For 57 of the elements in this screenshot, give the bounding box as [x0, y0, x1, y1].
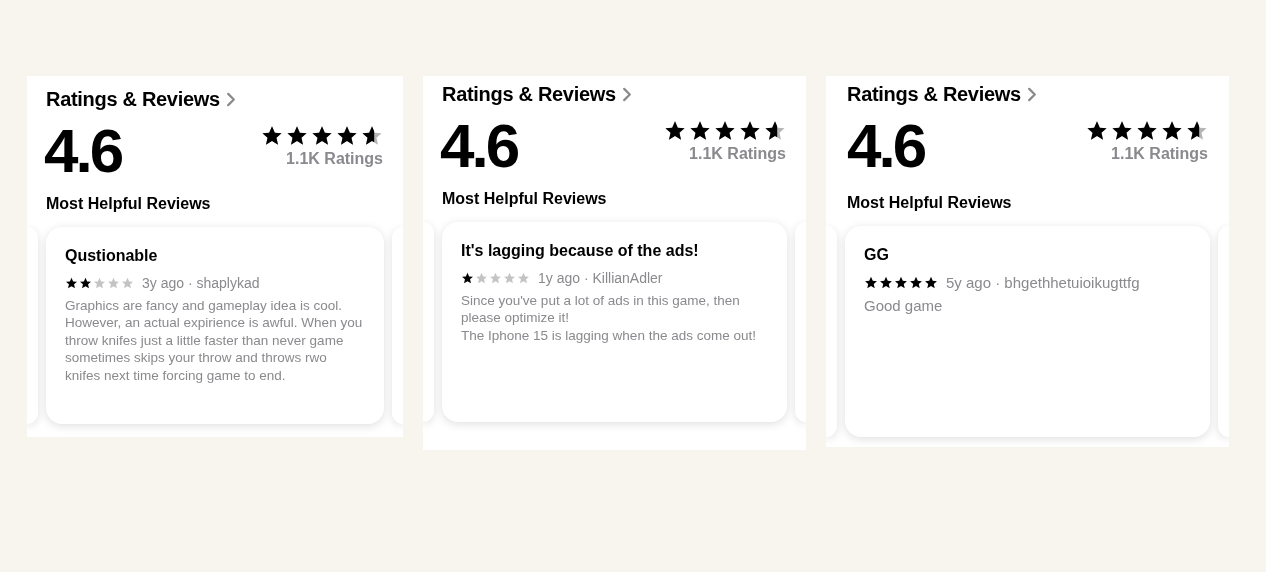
star-icon	[503, 272, 516, 284]
star-icon	[894, 276, 908, 289]
star-icon	[489, 272, 502, 284]
star-icon	[924, 276, 938, 289]
star-icon	[664, 120, 686, 141]
star-icon	[361, 125, 383, 146]
star-icon	[336, 125, 358, 146]
star-icon	[879, 276, 893, 289]
star-icon	[79, 277, 92, 289]
star-icon	[909, 276, 923, 289]
star-icon	[461, 272, 474, 284]
review-body: Graphics are fancy and gameplay idea is cool. However, an actual expirience is awful. When you throw knifes just a little faster than never game sometimes skips your throw and throws rwo knifes next time forcing game to end.	[65, 297, 364, 385]
star-icon	[1186, 120, 1208, 141]
star-icon	[121, 277, 134, 289]
review-meta: 1y ago · KillianAdler	[538, 270, 663, 286]
review-title: GG	[864, 246, 890, 264]
ratings-count: 1.1K Ratings	[689, 145, 786, 163]
average-rating: 4.6	[44, 119, 122, 183]
star-icon	[1136, 120, 1158, 141]
section-heading: Most Helpful Reviews	[441, 189, 608, 208]
chevron-right-icon[interactable]	[225, 92, 236, 107]
ratings-count: 1.1K Ratings	[1111, 145, 1208, 163]
star-icon	[739, 120, 761, 141]
review-body: Good game	[864, 297, 944, 315]
review-meta: 5y ago · bhgethhetuioikugttfg	[946, 274, 1140, 291]
star-icon	[1086, 120, 1108, 141]
review-meta: 3y ago · shaplykad	[142, 275, 260, 291]
star-icon	[107, 277, 120, 289]
chevron-right-icon[interactable]	[1026, 87, 1037, 102]
review-title: Qustionable	[65, 247, 159, 265]
star-icon	[65, 277, 78, 289]
ratings-count: 1.1K Ratings	[286, 150, 383, 168]
star-icon	[517, 272, 530, 284]
section-title[interactable]: Ratings & Reviews	[46, 88, 220, 111]
average-rating: 4.6	[847, 114, 925, 178]
chevron-right-icon[interactable]	[621, 87, 632, 102]
star-icon	[475, 272, 488, 284]
review-title: It's lagging because of the ads!	[461, 242, 700, 260]
average-rating: 4.6	[440, 114, 518, 178]
review-card[interactable]	[46, 227, 384, 424]
star-icon	[1161, 120, 1183, 141]
star-icon	[689, 120, 711, 141]
review-card[interactable]: GG 5y ago · bhgethhetuioikugttfg Good game	[845, 226, 1210, 437]
star-icon	[311, 125, 333, 146]
star-icon	[261, 125, 283, 146]
star-icon	[93, 277, 106, 289]
star-icon	[286, 125, 308, 146]
review-body: Since you've put a lot of ads in this game, then please optimize it! The Iphone 15 is lagging when the ads come out!	[461, 292, 757, 345]
star-icon	[1111, 120, 1133, 141]
section-title[interactable]: Ratings & Reviews	[847, 83, 1021, 106]
star-icon	[764, 120, 786, 141]
star-icon	[714, 120, 736, 141]
review-card[interactable]: It's lagging because of the ads! 1y ago · KillianAdler Since you've put a lot of ads in this game, then please optimize it! The Iphone 15 is lagging when the ads come out!	[442, 222, 787, 422]
section-title[interactable]: Ratings & Reviews	[442, 83, 616, 106]
section-heading: Most Helpful Reviews	[45, 194, 212, 213]
section-heading: Most Helpful Reviews	[846, 193, 1013, 212]
star-icon	[864, 276, 878, 289]
